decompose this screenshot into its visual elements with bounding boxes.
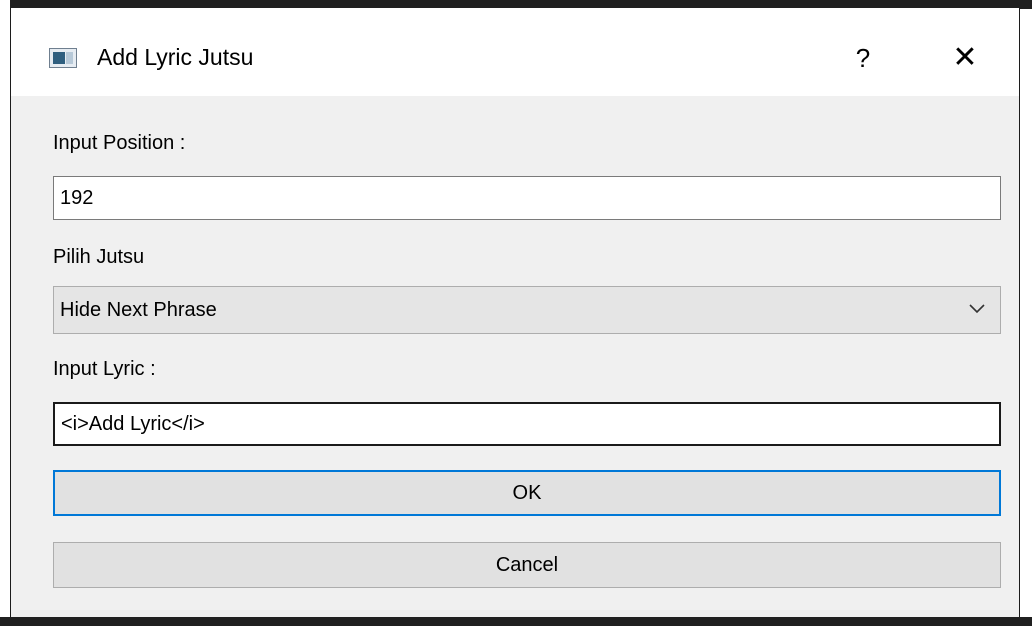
help-button[interactable]: ? bbox=[841, 36, 885, 80]
position-input[interactable]: 192 bbox=[53, 176, 1001, 220]
title-bar[interactable]: Add Lyric Jutsu ? ✕ bbox=[11, 8, 1019, 96]
app-icon bbox=[49, 48, 77, 68]
bottom-border bbox=[0, 617, 1032, 626]
jutsu-select[interactable]: Hide Next Phrase bbox=[53, 286, 1001, 334]
chevron-down-icon bbox=[969, 304, 985, 314]
jutsu-label: Pilih Jutsu bbox=[53, 246, 145, 268]
lyric-label: Input Lyric : bbox=[53, 358, 156, 380]
dialog-window: Add Lyric Jutsu ? ✕ Input Position : 192… bbox=[10, 8, 1020, 618]
position-label: Input Position : bbox=[53, 132, 186, 154]
lyric-input[interactable]: <i>Add Lyric</i> bbox=[53, 402, 1001, 446]
window-title: Add Lyric Jutsu bbox=[97, 44, 254, 70]
close-icon: ✕ bbox=[952, 41, 978, 74]
cancel-button[interactable]: Cancel bbox=[53, 542, 1001, 588]
jutsu-selected-value: Hide Next Phrase bbox=[60, 299, 217, 321]
close-button[interactable]: ✕ bbox=[943, 36, 987, 80]
ok-button[interactable]: OK bbox=[53, 470, 1001, 516]
left-margin bbox=[0, 0, 10, 626]
